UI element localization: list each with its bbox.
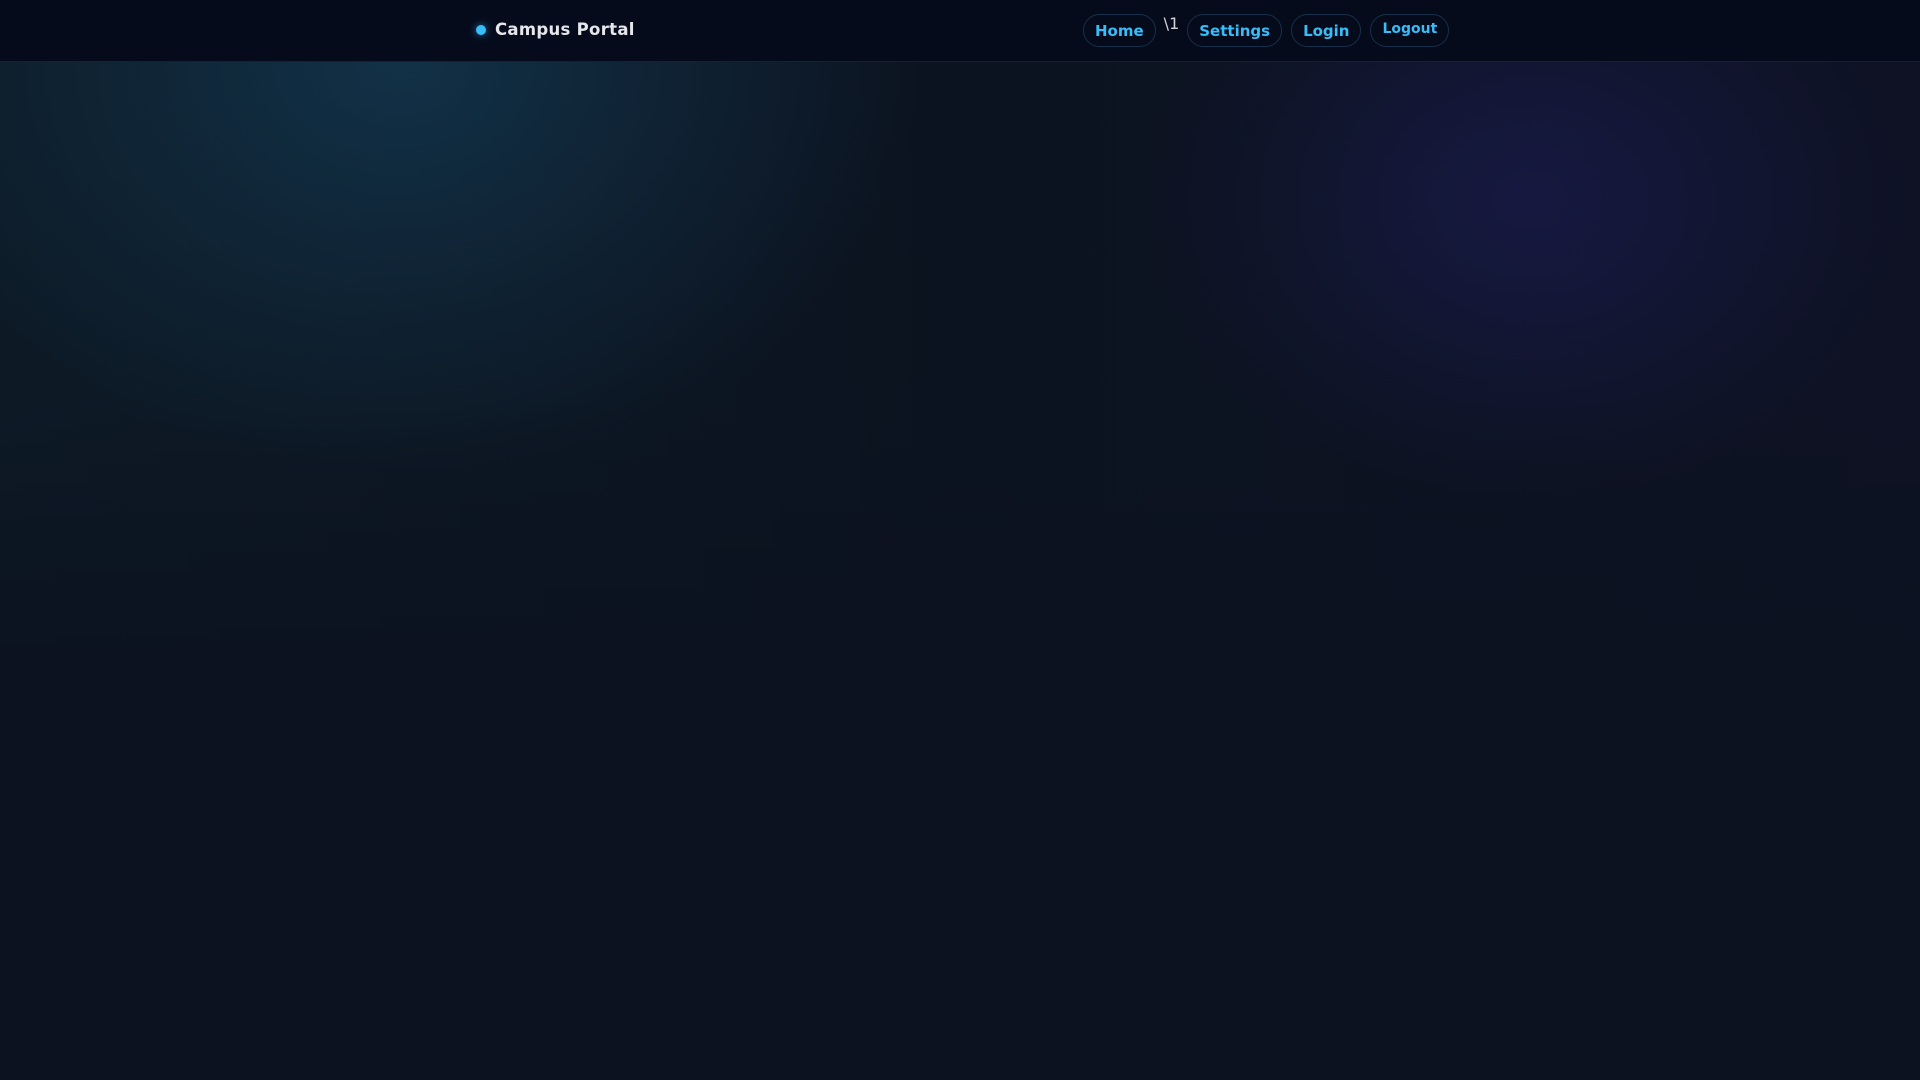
home-button[interactable]: Home [1083, 14, 1156, 47]
top-navbar: Campus Portal Home \1 Settings Login Log… [0, 0, 1920, 62]
settings-button[interactable]: Settings [1187, 14, 1283, 47]
logout-button[interactable]: Logout [1370, 14, 1450, 47]
stray-text: \1 [1163, 14, 1180, 33]
main-nav: Home \1 Settings Login Logout [1083, 14, 1450, 47]
brand-title: Campus Portal [495, 20, 635, 39]
brand-dot-icon [476, 24, 486, 35]
login-button[interactable]: Login [1291, 14, 1362, 47]
page-background-fade [0, 400, 1920, 1080]
brand[interactable]: Campus Portal [476, 20, 635, 39]
